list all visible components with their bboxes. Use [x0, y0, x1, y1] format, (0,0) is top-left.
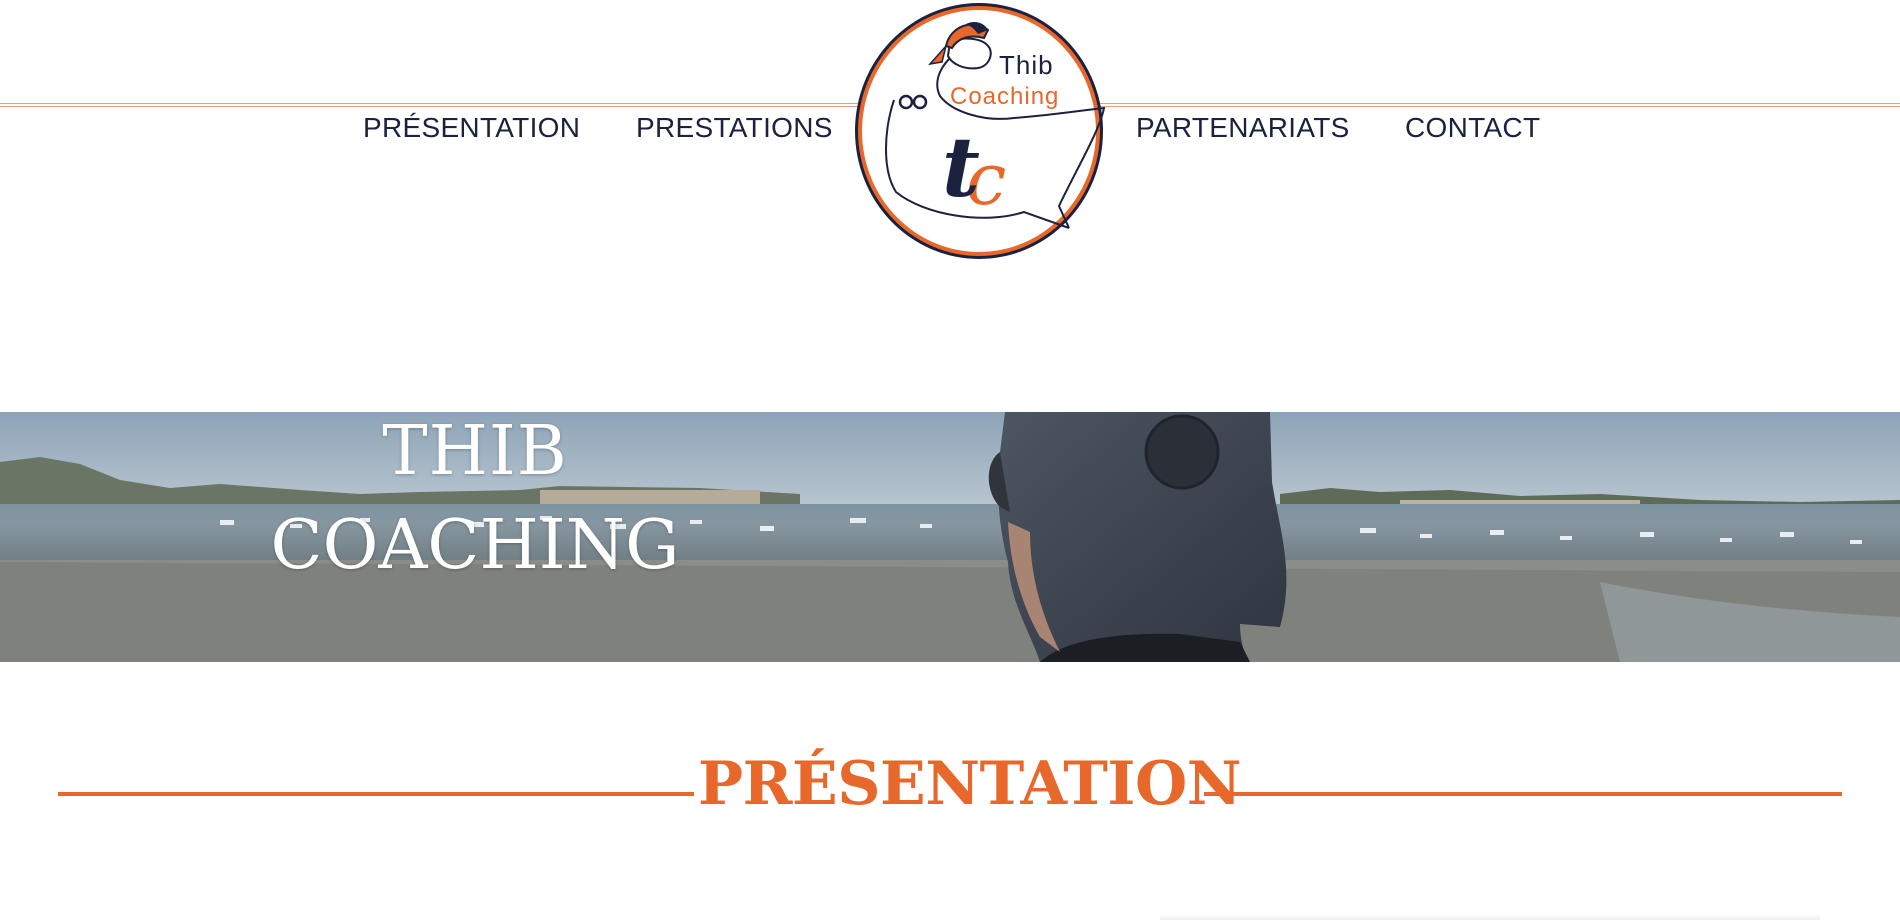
heading-rule-left — [58, 792, 694, 796]
content-card-edge — [1160, 914, 1820, 920]
section-title: PRÉSENTATION — [698, 749, 1242, 819]
site-logo[interactable]: Thib Coaching c t — [854, 0, 1108, 262]
hero-title-line1: THIB — [382, 412, 568, 491]
hero-title: THIB COACHING — [270, 418, 680, 580]
presentation-section-heading: PRÉSENTATION — [58, 748, 1842, 828]
nav-link-contact[interactable]: CONTACT — [1405, 112, 1540, 144]
hero-banner: THIB COACHING — [0, 412, 1900, 662]
nav-link-partenariats[interactable]: PARTENARIATS — [1136, 112, 1350, 144]
site-header: PRÉSENTATION PRESTATIONS PARTENARIATS CO… — [0, 0, 1900, 300]
heading-rule-right — [1204, 792, 1842, 796]
logo-emblem: Thib Coaching c t — [855, 3, 1106, 259]
logo-text-thib: Thib — [999, 50, 1054, 80]
logo-text-coaching: Coaching — [950, 83, 1059, 110]
logo-monogram-t: t — [942, 120, 980, 216]
hero-title-line2: COACHING — [270, 506, 680, 585]
nav-link-presentation[interactable]: PRÉSENTATION — [363, 112, 580, 144]
nav-link-prestations[interactable]: PRESTATIONS — [636, 112, 833, 144]
